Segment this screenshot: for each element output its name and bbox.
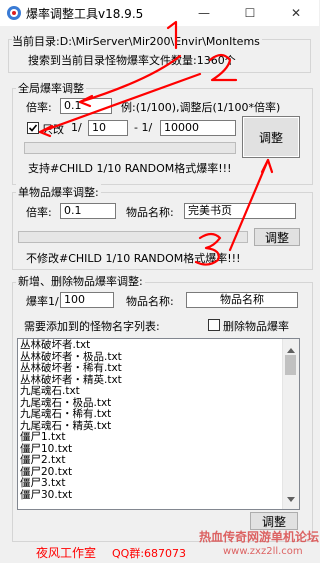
annotation-arrow-1 — [78, 54, 182, 104]
annotation-marker-3 — [194, 232, 222, 266]
annotation-arrowhead-3 — [260, 158, 274, 174]
annotation-marker-1 — [166, 20, 178, 50]
annotation-arrow-2 — [38, 72, 202, 134]
annotation-overlay — [38, 20, 274, 266]
annotation-arrowhead-2 — [38, 124, 54, 138]
annotation-marker-2 — [208, 53, 238, 82]
annotation-arrow-3 — [228, 158, 270, 252]
